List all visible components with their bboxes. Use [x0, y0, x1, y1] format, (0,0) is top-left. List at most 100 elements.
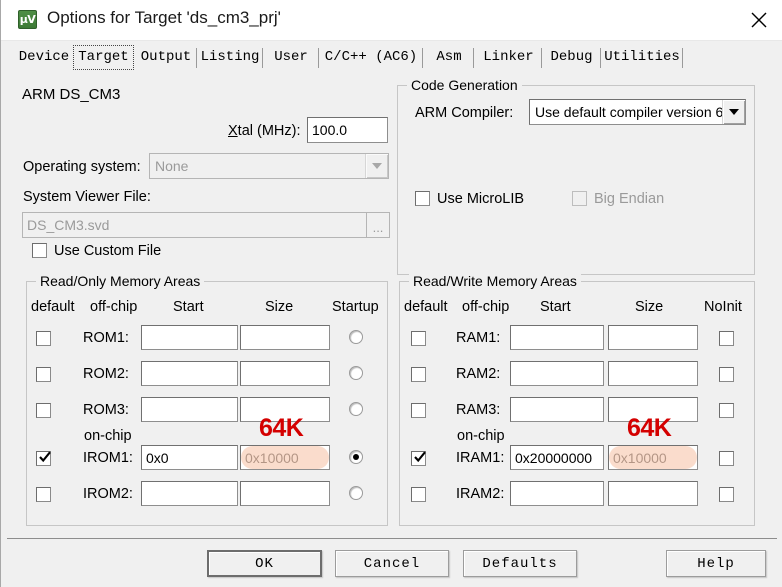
use-microlib-checkbox[interactable]	[415, 191, 430, 206]
rom-onchip-label: on-chip	[84, 428, 132, 444]
ram-start-input-ram1[interactable]	[510, 325, 604, 350]
use-microlib-label: Use MicroLIB	[437, 191, 525, 207]
rom-startup-radio-irom1[interactable]	[349, 450, 363, 464]
rom-size-input-rom3[interactable]	[240, 397, 330, 422]
window-title: Options for Target 'ds_cm3_prj'	[47, 8, 281, 27]
rom-size-input-irom1[interactable]: 0x10000	[240, 445, 330, 470]
title-bar: µV Options for Target 'ds_cm3_prj'	[1, 0, 782, 41]
rom-header-size: Size	[265, 299, 294, 315]
ram-header-start: Start	[540, 299, 571, 315]
ram-noinit-checkbox-ram3[interactable]	[719, 403, 734, 418]
ram-row-label-ram1: RAM1:	[456, 330, 501, 346]
ram-header-size: Size	[635, 299, 664, 315]
tab-linker[interactable]: Linker	[475, 45, 542, 70]
ram-start-input-ram3[interactable]	[510, 397, 604, 422]
ram-row-default-checkbox-ram2[interactable]	[411, 367, 426, 382]
tab-utilities[interactable]: Utilities	[601, 45, 683, 70]
rom-size-input-irom2[interactable]	[240, 481, 330, 506]
operating-system-value: None	[155, 158, 189, 174]
close-button[interactable]	[735, 0, 782, 38]
tab-output[interactable]: Output	[135, 45, 197, 70]
ram-row-label-ram2: RAM2:	[456, 366, 501, 382]
rom-row-default-checkbox-irom1[interactable]	[36, 451, 51, 466]
target-tab-panel: ARM DS_CM3 Xtal (MHz): 100.0 Operating s…	[1, 73, 782, 538]
ram-size-input-ram3[interactable]	[608, 397, 698, 422]
big-endian-label: Big Endian	[594, 191, 665, 207]
ram-noinit-checkbox-ram1[interactable]	[719, 331, 734, 346]
system-viewer-file-input[interactable]: DS_CM3.svd	[22, 212, 367, 238]
rom-row-label-rom3: ROM3:	[83, 402, 129, 418]
ram-row-default-checkbox-iram1[interactable]	[411, 451, 426, 466]
xtal-label: Xtal (MHz):	[228, 123, 301, 139]
use-custom-file-label: Use Custom File	[54, 243, 162, 259]
rom-start-input-rom3[interactable]	[141, 397, 238, 422]
ram-start-input-ram2[interactable]	[510, 361, 604, 386]
code-generation-title: Code Generation	[407, 77, 522, 93]
rom-row-default-checkbox-irom2[interactable]	[36, 487, 51, 502]
ram-start-input-iram2[interactable]	[510, 481, 604, 506]
operating-system-label: Operating system:	[23, 159, 141, 175]
ram-size-input-iram1[interactable]: 0x10000	[608, 445, 698, 470]
rom-startup-radio-rom2[interactable]	[349, 366, 363, 380]
ram-noinit-checkbox-iram1[interactable]	[719, 451, 734, 466]
tab-listing[interactable]: Listing	[197, 45, 263, 70]
defaults-button[interactable]: Defaults	[463, 550, 577, 577]
rom-header-startup: Startup	[332, 299, 379, 315]
rom-size-input-rom2[interactable]	[240, 361, 330, 386]
ram-row-label-iram2: IRAM2:	[456, 486, 505, 502]
check-icon	[414, 451, 426, 463]
ram-noinit-checkbox-ram2[interactable]	[719, 367, 734, 382]
ram-size-input-iram2[interactable]	[608, 481, 698, 506]
tab-user[interactable]: User	[263, 45, 319, 70]
ram-row-default-checkbox-ram3[interactable]	[411, 403, 426, 418]
ram-row-default-checkbox-ram1[interactable]	[411, 331, 426, 346]
rom-header-default: default	[31, 299, 75, 315]
system-viewer-browse-button[interactable]: ...	[366, 212, 390, 238]
big-endian-checkbox	[572, 191, 587, 206]
dialog-footer: OK Cancel Defaults Help	[1, 539, 782, 587]
tab-c-cpp[interactable]: C/C++ (AC6)	[319, 45, 423, 70]
rom-row-default-checkbox-rom1[interactable]	[36, 331, 51, 346]
rom-start-input-rom2[interactable]	[141, 361, 238, 386]
rom-header-start: Start	[173, 299, 204, 315]
ram-row-label-iram1: IRAM1:	[456, 450, 505, 466]
rom-startup-radio-rom3[interactable]	[349, 402, 363, 416]
use-custom-file-checkbox[interactable]	[32, 243, 47, 258]
rom-row-label-irom2: IROM2:	[83, 486, 133, 502]
device-name-label: ARM DS_CM3	[22, 86, 121, 103]
rom-row-label-rom2: ROM2:	[83, 366, 129, 382]
tab-asm[interactable]: Asm	[424, 45, 474, 70]
chevron-down-icon	[722, 100, 745, 124]
ram-noinit-checkbox-iram2[interactable]	[719, 487, 734, 502]
xtal-input[interactable]: 100.0	[307, 117, 388, 143]
ram-header-default: default	[404, 299, 448, 315]
rom-start-input-irom1[interactable]: 0x0	[141, 445, 238, 470]
ram-start-input-iram1[interactable]: 0x20000000	[510, 445, 604, 470]
ram-row-label-ram3: RAM3:	[456, 402, 501, 418]
options-for-target-dialog: µV Options for Target 'ds_cm3_prj' Devic…	[0, 0, 782, 587]
cancel-button[interactable]: Cancel	[335, 550, 449, 577]
tab-debug[interactable]: Debug	[542, 45, 601, 70]
ram-row-default-checkbox-iram2[interactable]	[411, 487, 426, 502]
rom-startup-radio-irom2[interactable]	[349, 486, 363, 500]
rom-start-input-irom2[interactable]	[141, 481, 238, 506]
ok-button[interactable]: OK	[207, 550, 322, 577]
help-button[interactable]: Help	[666, 550, 766, 577]
read-write-memory-areas-title: Read/Write Memory Areas	[409, 273, 581, 289]
read-only-memory-areas-title: Read/Only Memory Areas	[36, 273, 205, 289]
rom-row-default-checkbox-rom2[interactable]	[36, 367, 51, 382]
ram-onchip-label: on-chip	[457, 428, 505, 444]
rom-startup-radio-rom1[interactable]	[349, 330, 363, 344]
tab-device[interactable]: Device	[6, 45, 82, 70]
ram-size-input-ram1[interactable]	[608, 325, 698, 350]
operating-system-select[interactable]: None	[149, 153, 389, 179]
ram-header-offchip: off-chip	[462, 299, 510, 315]
tab-target[interactable]: Target	[73, 45, 134, 70]
rom-row-default-checkbox-rom3[interactable]	[36, 403, 51, 418]
keil-uvision-icon: µV	[18, 10, 37, 29]
rom-size-input-rom1[interactable]	[240, 325, 330, 350]
arm-compiler-select[interactable]: Use default compiler version 6	[529, 99, 746, 125]
ram-size-input-ram2[interactable]	[608, 361, 698, 386]
rom-start-input-rom1[interactable]	[141, 325, 238, 350]
close-icon	[751, 12, 767, 28]
